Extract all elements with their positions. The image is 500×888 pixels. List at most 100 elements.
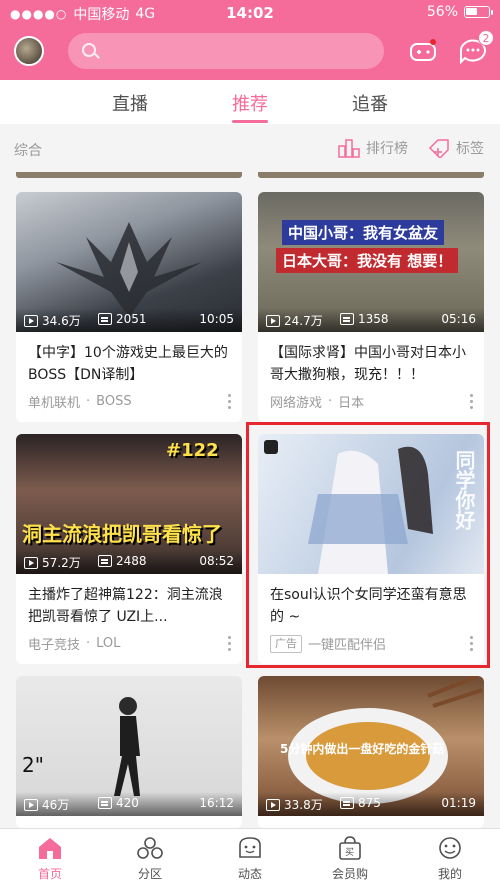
svg-text:买: 买 [345,847,354,858]
nav-feed[interactable]: 动态 [200,835,300,882]
svg-text:2": 2" [22,753,44,777]
video-category[interactable]: 网络游戏 [270,392,322,411]
view-count: 46万 [24,796,69,813]
danmaku-icon [98,797,112,809]
nav-label: 动态 [237,867,262,881]
thumb-caption: 5分钟内做出一盘好吃的金针菇 [280,742,445,756]
view-count: 57.2万 [24,554,81,571]
video-duration: 01:19 [441,796,476,810]
danmaku-icon [98,313,112,325]
nav-label: 首页 [37,867,62,881]
sub-bar: 综合 排行榜 标签 [0,124,500,174]
active-tab-indicator [232,120,268,123]
tag-icon [428,139,449,158]
feed-icon [239,837,261,858]
status-bar: ●●●●○ 中国移动 4G 14:02 56% [0,0,500,26]
thumb-caption: 中国小哥：我有女盆友 [282,220,445,245]
shop-icon: 买 [339,836,361,860]
comment-count: 420 [98,796,139,810]
video-tag[interactable]: 日本 [338,392,364,411]
play-count-icon [24,314,38,327]
nav-shop[interactable]: 买 会员购 [300,835,400,882]
meta-dot: · [86,394,91,409]
view-count: 34.6万 [24,312,81,329]
video-tag[interactable]: BOSS [96,394,131,409]
video-title: 【中字】10个游戏史上最巨大的BOSS【DN译制】 [28,345,228,383]
comment-count: 2488 [98,554,147,568]
thumb-caption: 洞主流浪把凯哥看惊了 [22,522,222,546]
search-icon [82,43,96,57]
danmaku-icon [98,555,112,567]
avatar[interactable] [14,36,44,66]
tags-button[interactable]: 标签 [428,138,484,158]
nav-label: 会员购 [331,867,368,881]
nav-home[interactable]: 首页 [0,835,100,882]
view-count: 24.7万 [266,312,323,329]
status-right: 56% [427,4,493,20]
rank-label: 排行榜 [366,141,408,157]
danmaku-icon [340,797,354,809]
video-duration: 08:52 [199,554,234,568]
video-card[interactable]: 中国小哥：我有女盆友 日本大哥：我没有 想要！ 24.7万 1358 05:16… [258,192,484,422]
video-duration: 05:16 [441,312,476,326]
video-category[interactable]: 电子竞技 [28,634,80,653]
video-category[interactable]: 单机联机 [28,392,80,411]
video-meta: 网络游戏 · 日本 [270,392,364,411]
tab-live[interactable]: 直播 [90,90,170,116]
battery-fill [466,8,478,15]
video-card[interactable]: 5分钟内做出一盘好吃的金针菇 33.8万 875 01:19 [258,676,484,828]
search-input[interactable] [68,33,384,69]
play-count-icon [266,798,280,811]
view-count: 33.8万 [266,796,323,813]
more-options-icon[interactable] [228,636,232,652]
battery-icon [464,6,493,18]
previous-card-edge [258,172,484,178]
message-badge: 2 [478,30,494,46]
view-count-text: 24.7万 [284,314,323,328]
video-card[interactable]: 2" 46万 420 16:12 [16,676,242,828]
comment-count-text: 1358 [358,312,389,326]
video-duration: 16:12 [199,796,234,810]
category-label: 综合 [14,143,42,159]
comment-count: 2051 [98,312,147,326]
rank-icon [338,139,360,158]
comment-count-text: 2488 [116,554,147,568]
video-card[interactable]: 34.6万 2051 10:05 【中字】10个游戏史上最巨大的BOSS【DN译… [16,192,242,422]
view-count-text: 33.8万 [284,798,323,812]
nav-category[interactable]: 分区 [100,835,200,882]
video-tag[interactable]: LOL [96,636,120,651]
play-count-icon [24,798,38,811]
bottom-nav: 首页 分区 动态 买 会员购 我的 [0,828,500,888]
nav-label: 我的 [437,867,462,881]
tab-bangumi[interactable]: 追番 [330,90,410,116]
more-options-icon[interactable] [470,394,474,410]
video-meta: 电子竞技 · LOL [28,634,120,653]
comment-count-text: 2051 [116,312,147,326]
app-header: 2 [0,26,500,80]
video-title: 【国际求肾】中国小哥对日本小哥大撒狗粮，现充！！！ [270,345,466,383]
thumb-caption: #122 [166,440,219,461]
game-center-icon[interactable] [408,38,438,64]
tab-recommend[interactable]: 推荐 [210,90,290,116]
profile-icon [439,837,461,859]
comment-count: 1358 [340,312,389,326]
view-count-text: 46万 [42,798,70,812]
video-duration: 10:05 [199,312,234,326]
video-meta: 单机联机 · BOSS [28,392,132,411]
category-icon [137,837,163,859]
more-options-icon[interactable] [228,394,232,410]
comment-count-text: 420 [116,796,139,810]
video-title: 主播炸了超神篇122：洞主流浪把凯哥看惊了 UZI上... [28,587,223,625]
play-count-icon [266,314,280,327]
view-count-text: 34.6万 [42,314,81,328]
nav-profile[interactable]: 我的 [400,835,500,882]
top-tabs: 直播 推荐 追番 [0,80,500,124]
video-card[interactable]: #122 洞主流浪把凯哥看惊了 57.2万 2488 08:52 主播炸了超神篇… [16,434,242,664]
rank-button[interactable]: 排行榜 [338,138,408,158]
meta-dot: · [86,636,91,651]
danmaku-icon [340,313,354,325]
home-icon [39,838,61,859]
play-count-icon [24,556,38,569]
meta-dot: · [328,394,333,409]
top-bar: ●●●●○ 中国移动 4G 14:02 56% 2 [0,0,500,80]
